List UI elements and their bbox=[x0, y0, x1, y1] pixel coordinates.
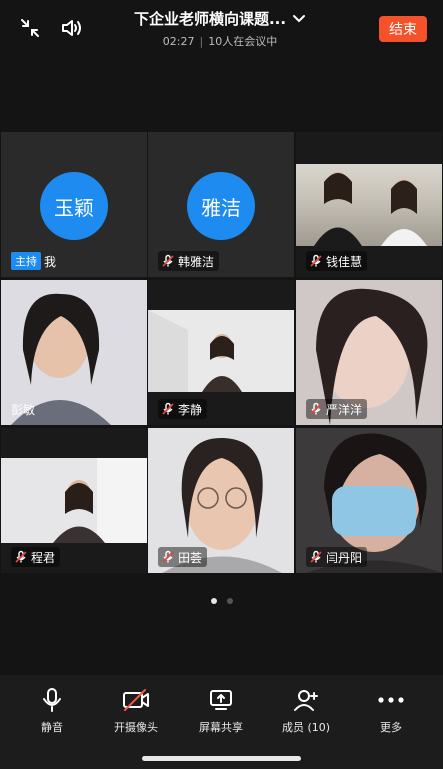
self-label: 我 bbox=[44, 254, 57, 269]
page-dot-active[interactable] bbox=[210, 598, 217, 604]
participant-label: 李静 bbox=[158, 399, 208, 419]
camera-label: 开摄像头 bbox=[114, 721, 158, 734]
members-button[interactable]: 成员 (10) bbox=[266, 687, 346, 735]
participant-name: 彭敏 bbox=[11, 402, 36, 417]
microphone-icon bbox=[12, 687, 92, 713]
participant-label: 严洋洋 bbox=[306, 399, 368, 419]
screen-share-icon bbox=[181, 687, 261, 713]
avatar: 雅洁 bbox=[187, 172, 255, 240]
participant-label: 闫丹阳 bbox=[306, 547, 368, 567]
participant-tile[interactable]: 雅洁 韩雅洁 bbox=[148, 132, 294, 277]
mute-button[interactable]: 静音 bbox=[12, 687, 92, 735]
camera-off-icon bbox=[96, 687, 176, 713]
more-icon bbox=[351, 687, 431, 713]
participant-tile[interactable]: 闫丹阳 bbox=[296, 428, 442, 573]
end-meeting-button[interactable]: 结束 bbox=[379, 16, 427, 42]
participant-name: 李静 bbox=[178, 402, 203, 417]
participant-name: 田荟 bbox=[178, 550, 203, 565]
participant-label: 程君 bbox=[11, 547, 61, 567]
mute-label: 静音 bbox=[41, 721, 63, 734]
participant-label: 主持 我 bbox=[11, 251, 56, 271]
meeting-title-area[interactable]: 下企业老师横向课题... 02:27 | 10人在会议中 bbox=[120, 8, 320, 49]
host-badge: 主持 bbox=[11, 252, 41, 270]
speaker-icon[interactable] bbox=[58, 14, 86, 42]
meeting-status: 02:27 | 10人在会议中 bbox=[162, 35, 278, 48]
participant-name: 闫丹阳 bbox=[326, 550, 363, 565]
video-feed bbox=[1, 458, 147, 543]
page-dot[interactable] bbox=[226, 598, 233, 604]
more-label: 更多 bbox=[380, 721, 402, 734]
mic-off-icon bbox=[309, 402, 323, 416]
participant-label: 田荟 bbox=[158, 547, 208, 567]
participant-label: 彭敏 bbox=[11, 399, 35, 419]
participant-label: 韩雅洁 bbox=[158, 251, 220, 271]
video-feed bbox=[296, 164, 442, 246]
participant-tile[interactable]: 钱佳慧 bbox=[296, 132, 442, 277]
participant-name: 钱佳慧 bbox=[326, 254, 363, 269]
participant-name: 严洋洋 bbox=[326, 402, 363, 417]
participant-tile[interactable]: 玉颖 主持 我 bbox=[1, 132, 147, 277]
add-member-icon bbox=[266, 687, 346, 713]
avatar: 玉颖 bbox=[40, 172, 108, 240]
mic-off-icon bbox=[309, 254, 323, 268]
share-label: 屏幕共享 bbox=[199, 721, 243, 734]
share-screen-button[interactable]: 屏幕共享 bbox=[181, 687, 261, 735]
top-bar: 下企业老师横向课题... 02:27 | 10人在会议中 结束 bbox=[0, 0, 443, 60]
participant-tile[interactable]: 程君 bbox=[1, 428, 147, 573]
mic-off-icon bbox=[14, 550, 28, 564]
attendance-count: 10人在会议中 bbox=[208, 35, 278, 48]
meeting-title: 下企业老师横向课题... bbox=[133, 10, 287, 28]
members-label: 成员 (10) bbox=[281, 721, 331, 734]
bottom-toolbar: 静音 开摄像头 屏幕共享 成员 (10) 更多 bbox=[0, 675, 443, 769]
participant-name: 韩雅洁 bbox=[178, 254, 215, 269]
mic-off-icon bbox=[161, 402, 175, 416]
more-button[interactable]: 更多 bbox=[351, 687, 431, 735]
mic-off-icon bbox=[161, 254, 175, 268]
meeting-timer: 02:27 bbox=[162, 35, 195, 48]
participant-tile[interactable]: 田荟 bbox=[148, 428, 294, 573]
mic-off-icon bbox=[161, 550, 175, 564]
home-indicator[interactable] bbox=[142, 756, 301, 761]
mic-off-icon bbox=[309, 550, 323, 564]
participant-label: 钱佳慧 bbox=[306, 251, 368, 271]
minimize-icon[interactable] bbox=[16, 14, 44, 42]
participant-tile[interactable]: 彭敏 bbox=[1, 280, 147, 425]
participant-name: 程君 bbox=[31, 550, 56, 565]
participant-tile[interactable]: 严洋洋 bbox=[296, 280, 442, 425]
camera-button[interactable]: 开摄像头 bbox=[96, 687, 176, 735]
page-indicator bbox=[0, 598, 443, 604]
chevron-down-icon bbox=[292, 9, 306, 28]
participant-tile[interactable]: 李静 bbox=[148, 280, 294, 425]
video-feed bbox=[148, 310, 294, 392]
